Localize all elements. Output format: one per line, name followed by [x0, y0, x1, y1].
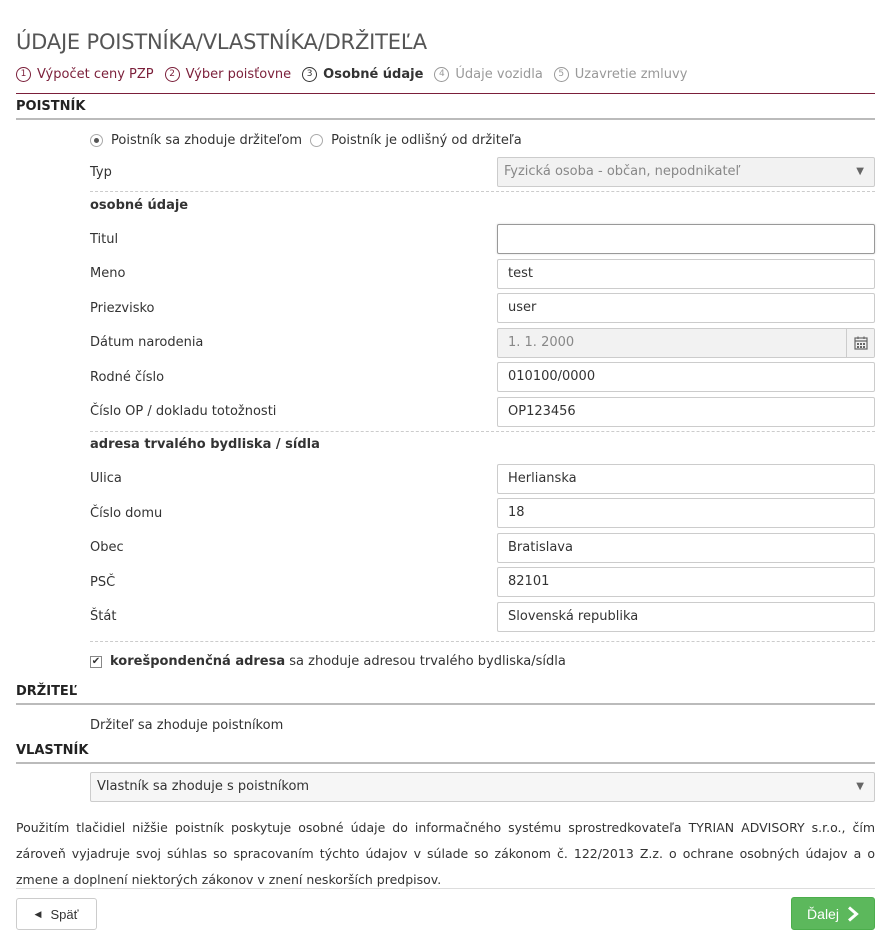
footer-divider	[16, 888, 875, 889]
divider	[90, 641, 875, 642]
back-button[interactable]: ◀ Späť	[16, 898, 97, 930]
cislo-op-label: Číslo OP / dokladu totožnosti	[90, 404, 277, 419]
radio-label: Poistník je odlišný od držiteľa	[331, 133, 522, 148]
step-2-insurer[interactable]: 2 Výber poisťovne	[164, 66, 292, 82]
divider	[90, 191, 875, 192]
back-button-label: Späť	[50, 906, 79, 922]
page-title: ÚDAJE POISTNÍKA/VLASTNÍKA/DRŽITEĽA	[16, 30, 427, 54]
step-number: 2	[164, 66, 180, 82]
cislo-domu-input[interactable]: 18	[497, 498, 875, 528]
next-button[interactable]: Ďalej	[791, 897, 875, 930]
step-label: Uzavretie zmluvy	[574, 66, 688, 82]
datum-narodenia-value: 1. 1. 2000	[508, 335, 575, 350]
rodne-cislo-input[interactable]: 010100/0000	[497, 362, 875, 392]
datum-narodenia-label: Dátum narodenia	[90, 335, 204, 350]
priezvisko-label: Priezvisko	[90, 301, 155, 316]
cislo-domu-label: Číslo domu	[90, 506, 163, 521]
stat-label: Štát	[90, 609, 117, 624]
personal-data-heading: osobné údaje	[90, 198, 189, 213]
titul-input[interactable]	[497, 224, 875, 254]
next-button-label: Ďalej	[807, 905, 839, 922]
chevron-down-icon: ▼	[856, 781, 864, 792]
ulica-label: Ulica	[90, 471, 122, 486]
step-5-contract: 5 Uzavretie zmluvy	[553, 66, 688, 82]
calendar-icon[interactable]	[846, 329, 874, 357]
consent-text: Použitím tlačidiel nižšie poistník posky…	[16, 820, 875, 887]
meno-label: Meno	[90, 266, 126, 281]
radio-indicator[interactable]	[310, 134, 324, 147]
vlastnik-select-value: Vlastník sa zhoduje s poistníkom	[97, 779, 310, 794]
chevron-right-icon	[847, 905, 859, 922]
correspondence-label-bold: korešpondenčná adresa	[110, 654, 286, 669]
titul-label: Titul	[90, 232, 119, 247]
psc-label: PSČ	[90, 575, 116, 590]
step-4-vehicle: 4 Údaje vozidla	[434, 66, 543, 82]
step-number: 1	[16, 66, 31, 82]
checkmark-icon[interactable]: ✔	[90, 655, 102, 668]
correspondence-address-checkbox[interactable]: ✔ korešpondenčná adresa sa zhoduje adres…	[90, 654, 566, 669]
poistnik-radio-group: Poistník sa zhoduje držiteľom Poistník j…	[90, 133, 530, 148]
chevron-down-icon: ▼	[856, 166, 864, 177]
wizard-steps: 1 Výpočet ceny PZP 2 Výber poisťovne 3 O…	[16, 65, 698, 83]
radio-same-as-holder[interactable]: Poistník sa zhoduje držiteľom	[90, 133, 302, 148]
stat-input[interactable]: Slovenská republika	[497, 602, 875, 632]
address-heading: adresa trvalého bydliska / sídla	[90, 437, 320, 452]
step-1-price[interactable]: 1 Výpočet ceny PZP	[16, 66, 154, 82]
typ-select-value: Fyzická osoba - občan, nepodnikateľ	[504, 164, 741, 179]
ulica-input[interactable]: Herlianska	[497, 464, 875, 494]
step-3-personal: 3 Osobné údaje	[302, 66, 424, 82]
priezvisko-input[interactable]: user	[497, 293, 875, 323]
title-divider	[16, 93, 875, 94]
radio-indicator[interactable]	[90, 134, 103, 147]
step-label: Údaje vozidla	[455, 66, 543, 82]
typ-label: Typ	[90, 165, 112, 180]
typ-select[interactable]: Fyzická osoba - občan, nepodnikateľ ▼	[497, 157, 875, 187]
rodne-cislo-label: Rodné číslo	[90, 370, 165, 385]
step-number: 5	[553, 66, 569, 82]
datum-narodenia-input[interactable]: 1. 1. 2000	[497, 328, 875, 358]
obec-label: Obec	[90, 540, 124, 555]
section-heading-vlastnik: VLASTNÍK	[16, 743, 875, 764]
section-heading-poistnik: POISTNÍK	[16, 99, 875, 120]
step-label: Výber poisťovne	[185, 66, 292, 82]
correspondence-label-rest: sa zhoduje adresou trvalého bydliska/síd…	[285, 654, 566, 669]
step-number: 4	[434, 66, 450, 82]
cislo-op-input[interactable]: OP123456	[497, 397, 875, 427]
section-heading-drzitel: DRŽITEĽ	[16, 684, 875, 705]
obec-input[interactable]: Bratislava	[497, 533, 875, 563]
vlastnik-select[interactable]: Vlastník sa zhoduje s poistníkom ▼	[90, 772, 875, 802]
meno-input[interactable]: test	[497, 259, 875, 289]
psc-input[interactable]: 82101	[497, 567, 875, 597]
step-number: 3	[302, 66, 318, 82]
step-label: Osobné údaje	[323, 66, 424, 82]
step-label: Výpočet ceny PZP	[37, 66, 154, 82]
correspondence-label: korešpondenčná adresa sa zhoduje adresou…	[110, 654, 566, 669]
drzitel-text: Držiteľ sa zhoduje poistníkom	[90, 718, 284, 733]
radio-label: Poistník sa zhoduje držiteľom	[111, 133, 303, 148]
radio-different-from-holder[interactable]: Poistník je odlišný od držiteľa	[310, 133, 522, 148]
divider	[90, 431, 875, 432]
caret-left-icon: ◀	[34, 908, 42, 919]
